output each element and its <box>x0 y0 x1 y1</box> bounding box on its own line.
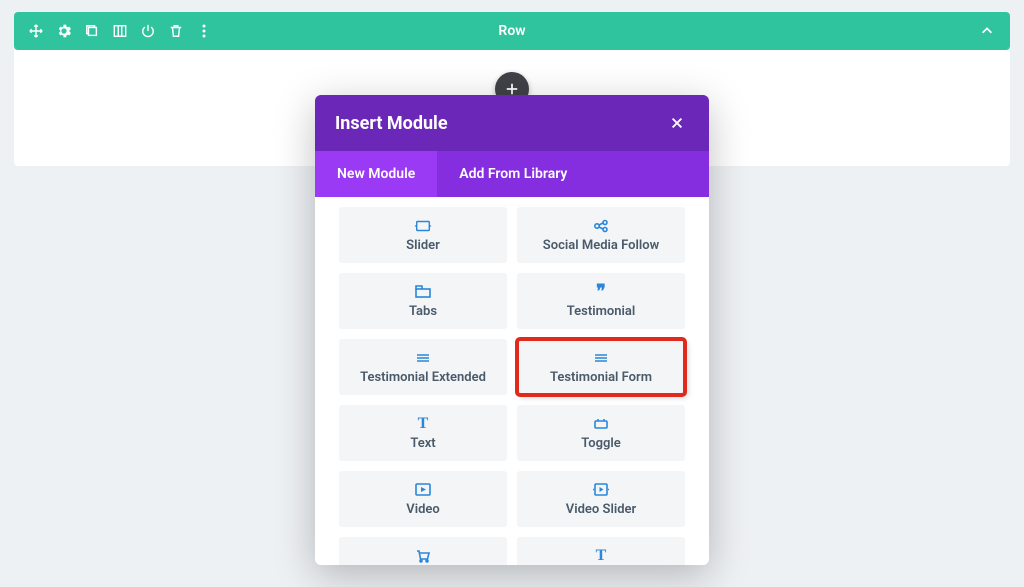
more-icon[interactable] <box>196 23 212 39</box>
module-video-slider[interactable]: Video Slider <box>517 471 685 527</box>
module-label: Video <box>406 502 440 517</box>
social-icon <box>593 218 609 234</box>
gear-icon[interactable] <box>56 23 72 39</box>
trash-icon[interactable] <box>168 23 184 39</box>
collapse-chevron-icon[interactable] <box>980 24 994 38</box>
text-icon: T <box>418 416 429 432</box>
lines-icon <box>416 350 430 366</box>
move-icon[interactable] <box>28 23 44 39</box>
module-text[interactable]: T Text <box>339 405 507 461</box>
module-label: Text <box>410 436 435 451</box>
video-icon <box>415 482 431 498</box>
tab-add-from-library[interactable]: Add From Library <box>437 151 589 197</box>
columns-icon[interactable] <box>112 23 128 39</box>
cart-icon <box>415 548 431 564</box>
module-label: Toggle <box>581 436 621 451</box>
quote-icon: ❞ <box>596 284 606 300</box>
power-icon[interactable] <box>140 23 156 39</box>
tabs-icon <box>415 284 431 300</box>
module-label: Testimonial <box>567 304 635 319</box>
module-woo-additional-info[interactable]: T Woo Additional Info <box>517 537 685 565</box>
modal-header: Insert Module <box>315 95 709 151</box>
modal-tabs: New Module Add From Library <box>315 151 709 197</box>
module-label: Slider <box>406 238 440 253</box>
module-testimonial-extended[interactable]: Testimonial Extended <box>339 339 507 395</box>
module-label: Tabs <box>409 304 437 319</box>
module-testimonial[interactable]: ❞ Testimonial <box>517 273 685 329</box>
close-icon[interactable] <box>665 111 689 135</box>
row-title: Row <box>498 23 525 39</box>
module-slider[interactable]: Slider <box>339 207 507 263</box>
module-label: Testimonial Form <box>550 370 652 385</box>
module-tabs[interactable]: Tabs <box>339 273 507 329</box>
module-label: Video Slider <box>566 502 636 517</box>
duplicate-icon[interactable] <box>84 23 100 39</box>
row-toolbar <box>14 23 212 39</box>
modal-title: Insert Module <box>335 113 448 134</box>
tab-new-module[interactable]: New Module <box>315 151 437 197</box>
module-video[interactable]: Video <box>339 471 507 527</box>
module-social-media-follow[interactable]: Social Media Follow <box>517 207 685 263</box>
module-list: Slider Social Media Follow Tabs ❞ Testim… <box>315 197 709 565</box>
module-toggle[interactable]: Toggle <box>517 405 685 461</box>
lines-icon <box>594 350 608 366</box>
toggle-icon <box>593 416 609 432</box>
module-label: Social Media Follow <box>543 238 659 253</box>
module-testimonial-form[interactable]: Testimonial Form <box>517 339 685 395</box>
module-label: Testimonial Extended <box>360 370 486 385</box>
slider-icon <box>414 218 432 234</box>
row-header-bar: Row <box>14 12 1010 50</box>
text-icon: T <box>596 548 607 564</box>
insert-module-modal: Insert Module New Module Add From Librar… <box>315 95 709 565</box>
video-slider-icon <box>592 482 610 498</box>
module-woo-add-to-cart[interactable]: Woo Add To Cart <box>339 537 507 565</box>
